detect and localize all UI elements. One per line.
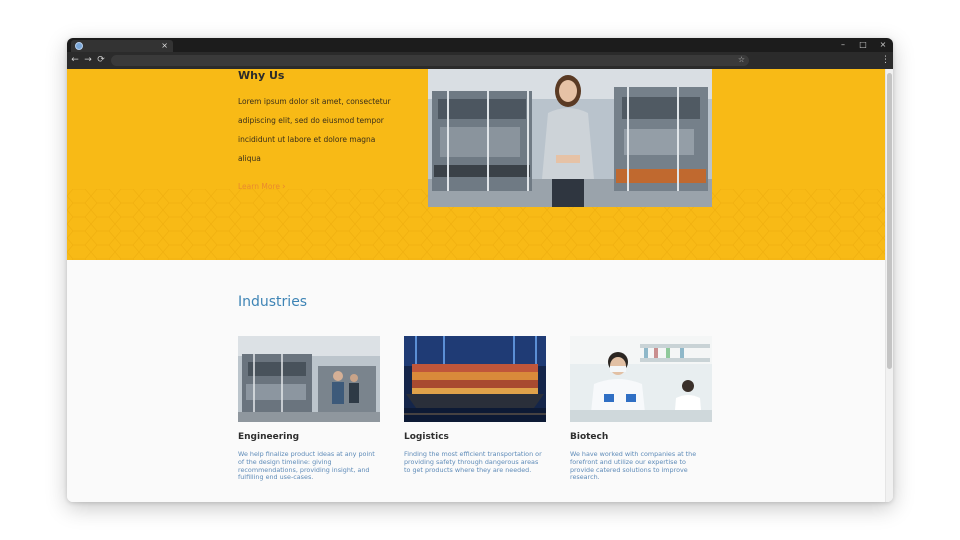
- biotech-photo: [570, 336, 712, 422]
- logistics-photo: [404, 336, 546, 422]
- card-title-engineering: Engineering: [238, 432, 300, 442]
- why-us-text-line: Lorem ipsum dolor sit amet, consectetur: [238, 97, 391, 106]
- browser-window: × – □ × ← → ⟳ ☆ ⋮ Why Us Lorem ipsum dol…: [67, 38, 893, 502]
- scroll-thumb[interactable]: [887, 73, 892, 369]
- engineering-photo: [238, 336, 380, 422]
- why-us-text-line: adipiscing elit, sed do eiusmod tempor: [238, 116, 384, 125]
- chevron-right-icon: ›: [281, 182, 286, 192]
- minimize-button[interactable]: –: [833, 38, 853, 52]
- page-scrollbar[interactable]: [885, 69, 893, 502]
- close-window-button[interactable]: ×: [873, 38, 893, 52]
- why-us-title: Why Us: [238, 69, 285, 82]
- browser-tab[interactable]: ×: [71, 40, 173, 52]
- card-title-biotech: Biotech: [570, 432, 609, 442]
- favicon-icon: [75, 42, 83, 50]
- why-us-text-line: aliqua: [238, 154, 261, 163]
- factory-photo: [428, 69, 712, 207]
- tab-close-icon[interactable]: ×: [161, 40, 168, 52]
- address-bar[interactable]: ☆: [111, 55, 749, 66]
- browser-toolbar: ← → ⟳ ☆ ⋮: [67, 52, 893, 69]
- page-viewport: Why Us Lorem ipsum dolor sit amet, conse…: [67, 69, 885, 502]
- card-desc-logistics: Finding the most efficient transportatio…: [404, 450, 542, 474]
- card-desc-engineering: We help finalize product ideas at any po…: [238, 450, 375, 482]
- learn-more-label: Learn More: [238, 182, 280, 191]
- card-desc-biotech: We have worked with companies at the for…: [570, 450, 697, 482]
- why-us-text-line: incididunt ut labore et dolore magna: [238, 135, 376, 144]
- maximize-button[interactable]: □: [853, 38, 873, 52]
- card-title-logistics: Logistics: [404, 432, 449, 442]
- why-us-section: Why Us Lorem ipsum dolor sit amet, conse…: [67, 69, 885, 260]
- forward-icon[interactable]: →: [82, 52, 94, 69]
- bookmark-star-icon[interactable]: ☆: [738, 54, 745, 66]
- back-icon[interactable]: ←: [69, 52, 81, 69]
- title-bar: × – □ ×: [67, 38, 893, 52]
- learn-more-link[interactable]: Learn More ›: [238, 182, 286, 192]
- industries-title: Industries: [238, 294, 308, 310]
- reload-icon[interactable]: ⟳: [95, 52, 107, 69]
- browser-menu-icon[interactable]: ⋮: [881, 52, 890, 69]
